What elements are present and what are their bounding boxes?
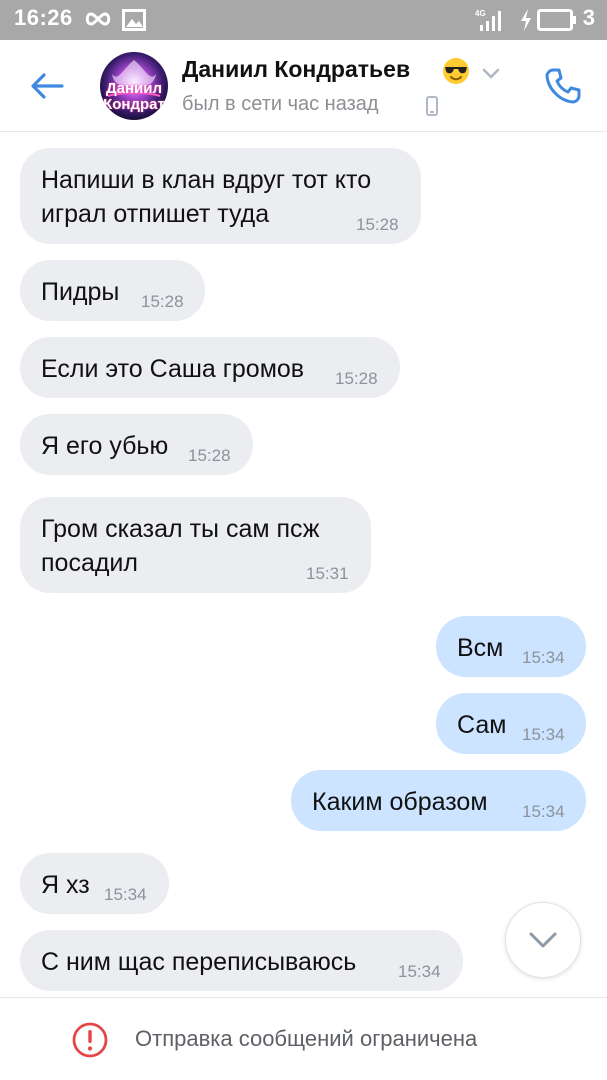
message-time: 15:34	[522, 725, 565, 744]
message-text: Напиши в клан вдруг тот кто	[41, 166, 372, 194]
infinity-icon	[85, 12, 111, 26]
message-time: 15:34	[522, 802, 565, 821]
signal-4g-icon: 4G	[475, 9, 501, 31]
message-text: Каким образом	[312, 788, 488, 816]
status-bar: 16:26 4G 3	[0, 0, 607, 40]
chat-header: Даниил Кондрат Даниил Кондратьев был в с…	[0, 40, 607, 132]
call-button[interactable]	[538, 62, 588, 110]
message-time: 15:34	[522, 648, 565, 667]
message-time: 15:34	[398, 962, 441, 981]
warning-icon	[72, 1022, 108, 1058]
battery-level: 3	[582, 5, 595, 30]
message-bubble-outgoing[interactable]: Всм 15:34	[436, 616, 586, 677]
phone-call-icon	[545, 68, 581, 104]
message-bubble-incoming[interactable]: Напиши в клан вдруг тот кто играл отпише…	[20, 148, 421, 244]
message-text: Сам	[457, 711, 507, 739]
status-time: 16:26	[14, 5, 73, 30]
message-text: Пидры	[41, 278, 120, 306]
message-bubble-incoming[interactable]: Я его убью 15:28	[20, 414, 253, 475]
message-text: посадил	[41, 549, 138, 577]
svg-text:4G: 4G	[475, 9, 486, 18]
message-bubble-incoming[interactable]: Гром сказал ты сам псж посадил 15:31	[20, 497, 371, 593]
message-time: 15:28	[335, 369, 378, 388]
composer-restricted-bar: Отправка сообщений ограничена	[0, 997, 607, 1080]
avatar[interactable]: Даниил Кондрат	[100, 52, 168, 120]
sunglasses-emoji-icon	[443, 58, 469, 84]
message-time: 15:34	[104, 885, 147, 904]
restriction-notice: Отправка сообщений ограничена	[135, 1026, 478, 1051]
message-time: 15:28	[188, 446, 231, 465]
avatar-text-line2: Кондрат	[103, 96, 165, 113]
message-time: 15:28	[356, 215, 399, 234]
chevron-down-icon	[529, 932, 557, 948]
mobile-phone-icon	[426, 96, 438, 116]
message-bubble-incoming[interactable]: Если это Саша громов 15:28	[20, 337, 400, 398]
scroll-to-bottom-button[interactable]	[505, 902, 581, 978]
contact-name[interactable]: Даниил Кондратьев	[182, 56, 410, 83]
back-arrow-icon	[31, 73, 64, 99]
message-bubble-outgoing[interactable]: Сам 15:34	[436, 693, 586, 754]
message-time: 15:31	[306, 564, 349, 583]
message-text: Если это Саша громов	[41, 355, 305, 383]
avatar-text-line1: Даниил	[105, 80, 163, 97]
charging-icon	[521, 9, 531, 31]
message-bubble-outgoing[interactable]: Каким образом 15:34	[291, 770, 586, 831]
message-text: Гром сказал ты сам псж	[41, 515, 320, 543]
message-text: С ним щас переписываюсь	[41, 948, 357, 976]
contact-status: был в сети час назад	[182, 93, 379, 115]
message-text: Я его убью	[41, 432, 169, 460]
message-bubble-incoming[interactable]: С ним щас переписываюсь 15:34	[20, 930, 463, 991]
battery-icon	[537, 9, 576, 31]
image-icon	[122, 9, 146, 31]
back-button[interactable]	[22, 62, 72, 110]
chevron-down-icon[interactable]	[482, 68, 500, 80]
message-bubble-incoming[interactable]: Пидры 15:28	[20, 260, 205, 321]
message-time: 15:28	[141, 292, 184, 311]
message-text: Я хз	[41, 871, 90, 899]
message-text: Всм	[457, 634, 504, 662]
message-text: играл отпишет туда	[41, 200, 270, 228]
message-bubble-incoming[interactable]: Я хз 15:34	[20, 853, 169, 914]
